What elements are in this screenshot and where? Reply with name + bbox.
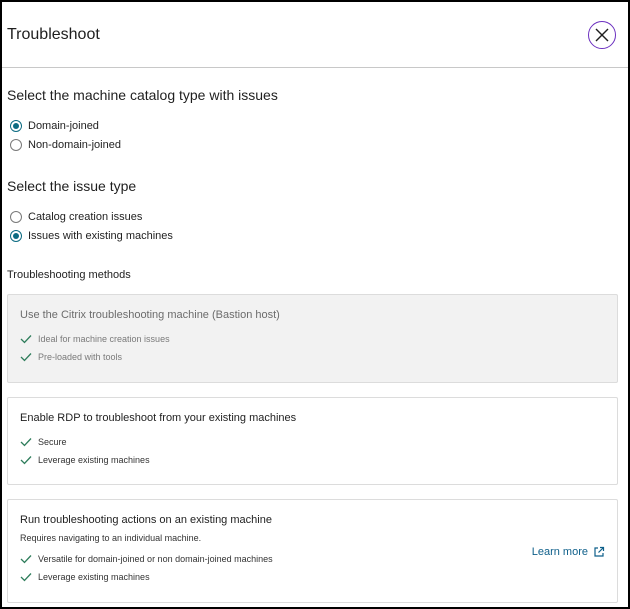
feature-list: Secure Leverage existing machines — [20, 433, 605, 469]
feature-text: Leverage existing machines — [38, 455, 150, 465]
feature-text: Ideal for machine creation issues — [38, 334, 170, 344]
check-icon — [20, 353, 32, 362]
learn-more-label: Learn more — [531, 546, 588, 558]
learn-more-link[interactable]: Learn more — [532, 546, 605, 558]
card-subtitle: Requires navigating to an individual mac… — [20, 533, 202, 543]
feature-text: Versatile for domain-joined or non domai… — [38, 554, 273, 564]
radio-label: Non-domain-joined — [28, 138, 121, 151]
radio-label: Issues with existing machines — [28, 229, 173, 242]
feature-list: Versatile for domain-joined or non domai… — [20, 550, 605, 586]
troubleshoot-panel: Troubleshoot Select the machine catalog … — [0, 0, 630, 609]
method-card-enable-rdp[interactable]: Enable RDP to troubleshoot from your exi… — [7, 397, 618, 485]
card-title: Enable RDP to troubleshoot from your exi… — [20, 412, 297, 424]
troubleshooting-methods-heading: Troubleshooting methods — [7, 269, 131, 281]
card-title: Use the Citrix troubleshooting machine (… — [20, 309, 280, 321]
feature-item: Leverage existing machines — [20, 451, 605, 469]
radio-domain-joined[interactable]: Domain-joined — [7, 116, 618, 135]
feature-item: Secure — [20, 433, 605, 451]
feature-item: Ideal for machine creation issues — [20, 330, 605, 348]
panel-header: Troubleshoot — [2, 2, 628, 68]
feature-item: Pre-loaded with tools — [20, 348, 605, 366]
radio-button[interactable] — [10, 138, 22, 151]
radio-button[interactable] — [10, 210, 22, 223]
panel-title: Troubleshoot — [7, 25, 100, 43]
check-icon — [20, 438, 32, 447]
radio-non-domain-joined[interactable]: Non-domain-joined — [7, 135, 618, 154]
method-card-troubleshooting-actions[interactable]: Run troubleshooting actions on an existi… — [7, 499, 618, 603]
issue-type-heading: Select the issue type — [7, 178, 137, 194]
feature-list: Ideal for machine creation issues Pre-lo… — [20, 330, 605, 366]
radio-catalog-creation-issues[interactable]: Catalog creation issues — [7, 207, 618, 226]
panel-content: Select the machine catalog type with iss… — [2, 87, 628, 603]
check-icon — [20, 573, 32, 582]
radio-button-checked[interactable] — [10, 229, 22, 242]
check-icon — [20, 456, 32, 465]
method-card-bastion-host: Use the Citrix troubleshooting machine (… — [7, 294, 618, 383]
catalog-type-heading: Select the machine catalog type with iss… — [7, 87, 278, 103]
feature-item: Leverage existing machines — [20, 568, 605, 586]
check-icon — [20, 555, 32, 564]
radio-label: Domain-joined — [28, 119, 99, 132]
catalog-type-radio-group: Domain-joined Non-domain-joined — [7, 116, 618, 154]
radio-button-checked[interactable] — [10, 119, 22, 132]
external-link-icon — [594, 546, 605, 557]
close-icon — [595, 28, 609, 41]
check-icon — [20, 335, 32, 344]
radio-label: Catalog creation issues — [28, 210, 143, 223]
feature-item: Versatile for domain-joined or non domai… — [20, 550, 605, 568]
feature-text: Secure — [38, 437, 67, 447]
card-title: Run troubleshooting actions on an existi… — [20, 514, 272, 526]
method-cards: Use the Citrix troubleshooting machine (… — [7, 294, 618, 603]
issue-type-radio-group: Catalog creation issues Issues with exis… — [7, 207, 618, 245]
feature-text: Leverage existing machines — [38, 572, 150, 582]
feature-text: Pre-loaded with tools — [38, 352, 123, 362]
close-button[interactable] — [588, 20, 616, 49]
radio-existing-machines-issues[interactable]: Issues with existing machines — [7, 226, 618, 245]
